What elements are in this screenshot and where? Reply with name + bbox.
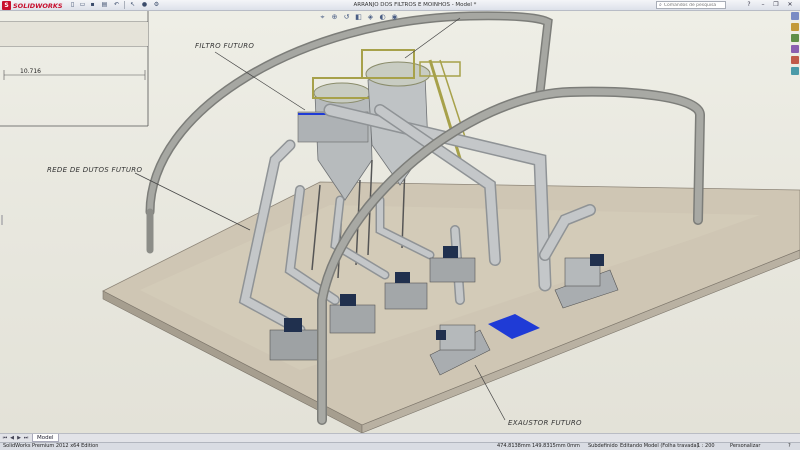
dimension-label[interactable]: 10.716 [20,68,41,75]
display-style-icon[interactable]: ◐ [378,13,387,22]
options-icon[interactable]: ⚙ [152,1,161,9]
tab-model[interactable]: Model [32,434,59,442]
design-library-icon[interactable] [791,23,799,31]
annotation-rede-de-dutos: REDE DE DUTOS FUTURO [47,166,143,174]
annotation-exaustor-futuro: EXAUSTOR FUTURO [508,419,582,427]
select-icon[interactable]: ↖ [128,1,137,9]
search-icon: ⌕ [659,2,662,8]
custom-properties-icon[interactable] [791,67,799,75]
help-icon[interactable]: ? [744,1,754,9]
open-icon[interactable]: ▭ [78,1,87,9]
app-name: SOLIDWORKS [13,1,63,10]
annotation-filtro-futuro: FILTRO FUTURO [195,42,255,50]
status-scale[interactable]: 1 : 200 [697,443,715,450]
view-orientation-icon[interactable]: ◈ [366,13,375,22]
task-pane [790,12,800,92]
undo-icon[interactable]: ↶ [112,1,121,9]
previous-view-icon[interactable]: ↺ [342,13,351,22]
title-bar: S SOLIDWORKS ▯ ▭ ▪ ▤ ↶ ↖ ● ⚙ ARRANJO DOS… [0,0,800,11]
status-z-coordinate: 0mm [567,443,580,449]
view-palette-icon[interactable] [791,45,799,53]
section-view-icon[interactable]: ◧ [354,13,363,22]
new-icon[interactable]: ▯ [68,1,77,9]
last-sheet-icon[interactable]: ⏭ [23,435,29,441]
status-bar: SolidWorks Premium 2012 x64 Edition 474.… [0,442,800,450]
sheet-tab-bar: ⏮ ◀ ▶ ⏭ Model [0,433,800,442]
heads-up-view-toolbar: ⌖ ⊕ ↺ ◧ ◈ ◐ ◉ [318,12,399,22]
appearances-icon[interactable] [791,56,799,64]
app-logo[interactable]: S SOLIDWORKS [2,1,63,10]
close-button[interactable]: ✕ [785,1,795,9]
zoom-fit-icon[interactable]: ⌖ [318,13,327,22]
print-icon[interactable]: ▤ [100,1,109,9]
minimize-button[interactable]: – [758,1,768,9]
toolbar-separator [124,1,125,9]
rebuild-icon[interactable]: ● [140,1,149,9]
first-sheet-icon[interactable]: ⏮ [2,435,8,441]
graphics-viewport[interactable]: FILTRO FUTURO REDE DE DUTOS FUTURO EXAUS… [0,11,800,433]
status-y-coordinate: 149.8315mm [532,443,566,449]
search-box[interactable]: ⌕ [656,1,726,9]
tab-model-label: Model [37,435,54,441]
status-customize[interactable]: Personalizar [730,443,760,450]
next-sheet-icon[interactable]: ▶ [16,435,22,441]
zoom-area-icon[interactable]: ⊕ [330,13,339,22]
model-drawing [0,11,800,433]
save-icon[interactable]: ▪ [88,1,97,9]
prev-sheet-icon[interactable]: ◀ [9,435,15,441]
file-explorer-icon[interactable] [791,34,799,42]
help-status-icon[interactable]: ? [788,443,791,450]
status-x-coordinate: 474.8138mm [497,443,531,449]
sheet-hatch [0,22,148,46]
restore-button[interactable]: ❐ [771,1,781,9]
status-definition-state: Subdefinido [588,443,618,449]
status-edition: SolidWorks Premium 2012 x64 Edition [3,443,99,449]
status-editing: Editando Model (Folha travada) [620,443,699,449]
solidworks-logo-icon: S [2,1,11,10]
search-input[interactable] [663,2,722,8]
hide-show-icon[interactable]: ◉ [390,13,399,22]
document-title: ARRANJO DOS FILTROS E MOINHOS - Model * [353,2,477,8]
resources-icon[interactable] [791,12,799,20]
